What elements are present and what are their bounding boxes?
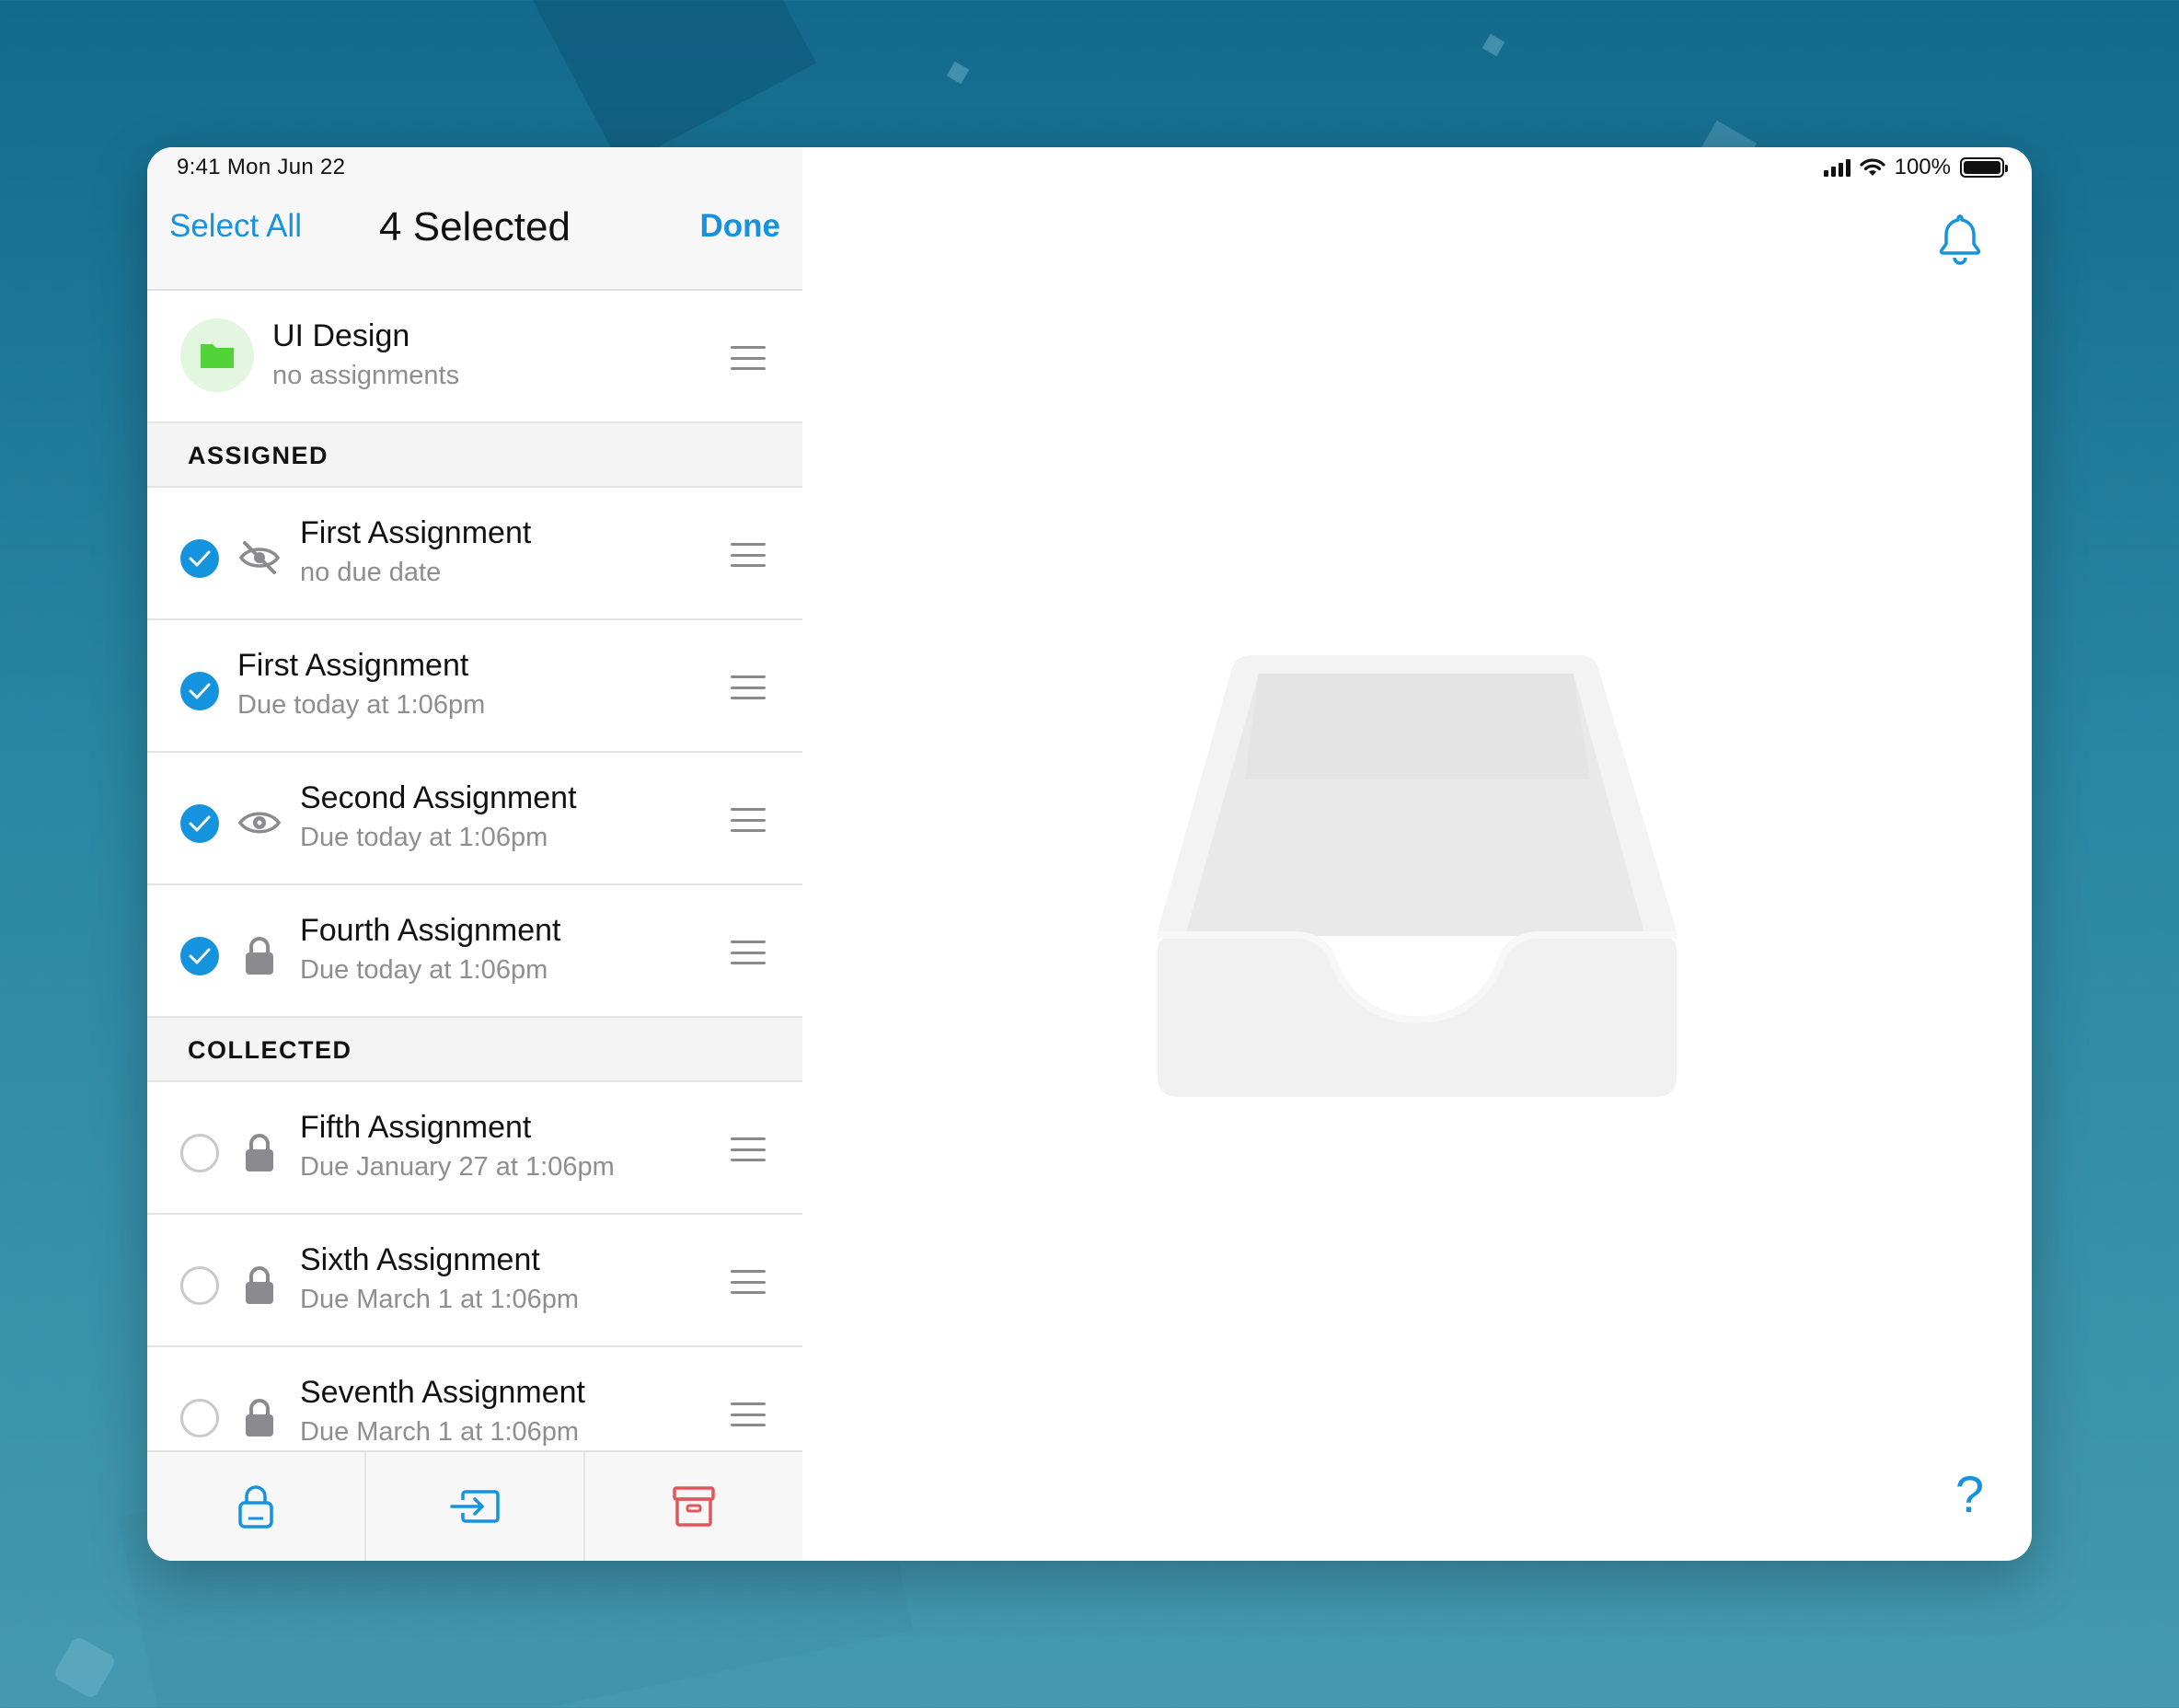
lock-icon: [236, 1128, 283, 1176]
drag-handle-icon[interactable]: [731, 808, 766, 832]
status-time: 9:41 Mon Jun 22: [177, 155, 346, 179]
drag-handle-icon[interactable]: [731, 1402, 766, 1426]
move-to-button[interactable]: [364, 1452, 583, 1561]
selected-checkmark-icon[interactable]: [180, 539, 219, 578]
folder-title: UI Design: [272, 318, 410, 353]
drag-handle-icon[interactable]: [731, 1137, 766, 1161]
folder-icon: [201, 344, 234, 368]
lock-icon: [236, 1261, 283, 1309]
assignment-list[interactable]: UI Design no assignments ASSIGNED First …: [147, 291, 802, 1450]
wifi-icon: [1860, 158, 1885, 176]
move-to-icon: [450, 1490, 500, 1523]
unselected-circle-icon[interactable]: [180, 1266, 219, 1305]
background-shape: [946, 61, 970, 85]
assignment-title: First Assignment: [300, 515, 532, 550]
assignment-title: Seventh Assignment: [300, 1375, 585, 1410]
folder-row[interactable]: UI Design no assignments: [147, 291, 802, 423]
assignment-title: Fifth Assignment: [300, 1110, 532, 1145]
list-item[interactable]: First Assignment no due date: [147, 488, 802, 620]
drag-handle-icon[interactable]: [731, 941, 766, 964]
list-item[interactable]: Second Assignment Due today at 1:06pm: [147, 753, 802, 885]
sidebar: 9:41 Mon Jun 22 Select All 4 Selected Do…: [147, 147, 802, 1561]
list-item[interactable]: First Assignment Due today at 1:06pm: [147, 620, 802, 753]
selected-checkmark-icon[interactable]: [180, 937, 219, 975]
folder-subtitle: no assignments: [272, 361, 460, 390]
bell-icon[interactable]: [1934, 212, 1986, 267]
assignment-due: Due January 27 at 1:06pm: [300, 1152, 615, 1182]
assignment-title: Second Assignment: [300, 780, 577, 815]
lock-button[interactable]: [147, 1452, 364, 1561]
assignment-due: no due date: [300, 558, 442, 587]
status-indicators: 100%: [1823, 155, 2008, 180]
unselected-circle-icon[interactable]: [180, 1134, 219, 1172]
assignment-due: Due March 1 at 1:06pm: [300, 1417, 580, 1447]
list-item[interactable]: Fourth Assignment Due today at 1:06pm: [147, 885, 802, 1018]
list-item[interactable]: Sixth Assignment Due March 1 at 1:06pm: [147, 1215, 802, 1347]
background-shape: [509, 0, 816, 167]
background-shape: [1481, 33, 1505, 57]
section-header-collected: COLLECTED: [147, 1018, 802, 1082]
battery-icon: [1960, 157, 2008, 178]
inbox-tray-icon: [1158, 655, 1677, 1097]
drag-handle-icon[interactable]: [731, 1270, 766, 1294]
assignment-title: Sixth Assignment: [300, 1242, 540, 1277]
drag-handle-icon[interactable]: [731, 675, 766, 699]
navigation-bar: 9:41 Mon Jun 22 Select All 4 Selected Do…: [147, 147, 802, 291]
eye-icon: [236, 799, 283, 847]
help-button[interactable]: ?: [1955, 1464, 1984, 1524]
assignment-title: First Assignment: [237, 648, 469, 683]
eye-slash-icon: [236, 534, 283, 582]
assignment-title: Fourth Assignment: [300, 913, 561, 948]
drag-handle-icon[interactable]: [731, 346, 766, 370]
list-item[interactable]: Fifth Assignment Due January 27 at 1:06p…: [147, 1082, 802, 1215]
assignment-due: Due today at 1:06pm: [237, 690, 486, 720]
battery-percent: 100%: [1894, 155, 1951, 179]
lock-icon: [238, 1485, 273, 1529]
archive-icon: [673, 1486, 715, 1527]
archive-button[interactable]: [583, 1452, 802, 1561]
done-button[interactable]: Done: [700, 208, 781, 245]
selected-checkmark-icon[interactable]: [180, 804, 219, 843]
assignment-due: Due today at 1:06pm: [300, 823, 548, 852]
bottom-toolbar: [147, 1450, 802, 1561]
list-item[interactable]: Seventh Assignment Due March 1 at 1:06pm: [147, 1347, 802, 1450]
drag-handle-icon[interactable]: [731, 543, 766, 567]
ipad-screen: 9:41 Mon Jun 22 Select All 4 Selected Do…: [147, 147, 2032, 1561]
unselected-circle-icon[interactable]: [180, 1399, 219, 1437]
folder-avatar: [180, 318, 254, 392]
assignment-due: Due March 1 at 1:06pm: [300, 1285, 580, 1314]
selected-checkmark-icon[interactable]: [180, 672, 219, 710]
cellular-signal-icon: [1823, 158, 1850, 177]
lock-icon: [236, 1393, 283, 1441]
lock-icon: [236, 931, 283, 979]
background-shape: [52, 1634, 118, 1701]
section-header-assigned: ASSIGNED: [147, 423, 802, 488]
assignment-due: Due today at 1:06pm: [300, 955, 548, 985]
